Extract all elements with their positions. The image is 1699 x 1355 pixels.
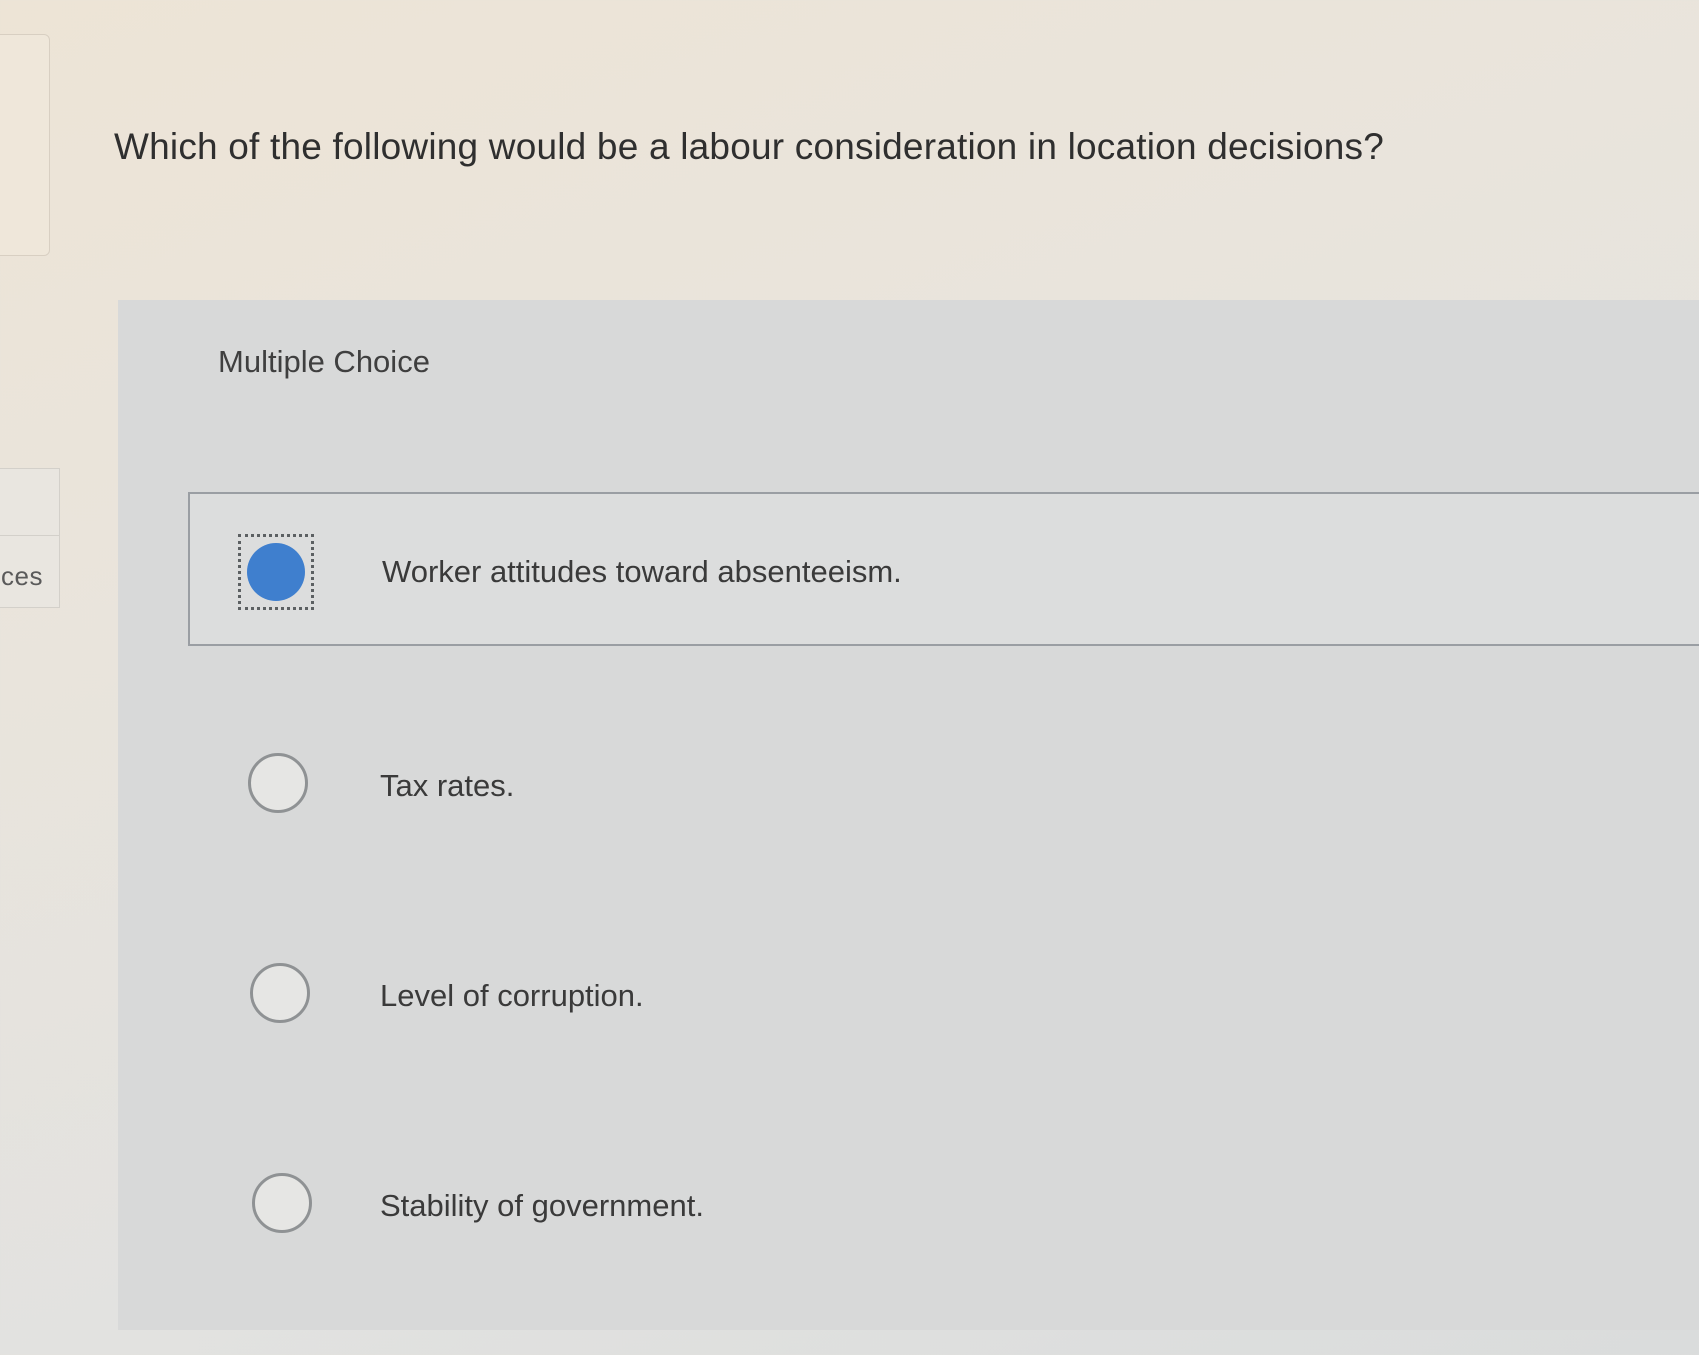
left-edge-panel: [0, 34, 50, 256]
answer-option-3-text: Level of corruption.: [380, 978, 644, 1013]
answer-option-2-text: Tax rates.: [380, 768, 515, 803]
answer-option-1-text: Worker attitudes toward absenteeism.: [382, 554, 902, 589]
radio-empty-icon[interactable]: [250, 963, 310, 1023]
answer-option-4[interactable]: Stability of government.: [188, 1120, 1699, 1270]
question-text: Which of the following would be a labour…: [114, 126, 1385, 167]
radio-empty-icon[interactable]: [248, 753, 308, 813]
answer-option-2[interactable]: Tax rates.: [188, 700, 1699, 850]
answer-option-4-text: Stability of government.: [380, 1188, 704, 1223]
side-tab[interactable]: ces: [0, 468, 60, 608]
radio-empty-icon[interactable]: [252, 1173, 312, 1233]
radio-selected-icon[interactable]: [247, 543, 305, 601]
side-tab-divider: [0, 535, 59, 536]
answer-option-1[interactable]: Worker attitudes toward absenteeism.: [188, 492, 1699, 646]
radio-focus-ring: [238, 534, 314, 610]
question-type-label: Multiple Choice: [218, 344, 430, 379]
answer-option-3[interactable]: Level of corruption.: [188, 910, 1699, 1060]
side-tab-label: ces: [1, 561, 43, 591]
